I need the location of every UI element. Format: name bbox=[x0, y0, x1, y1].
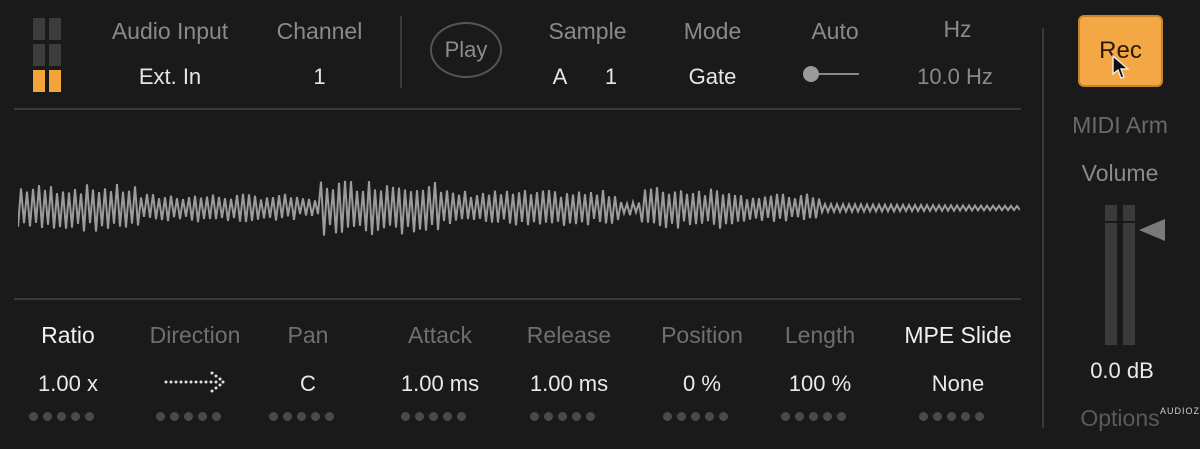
play-button[interactable]: Play bbox=[430, 22, 502, 78]
mod-dots[interactable] bbox=[781, 412, 846, 421]
channel-value[interactable]: 1 bbox=[262, 64, 377, 90]
param-label: Direction bbox=[149, 322, 241, 348]
watermark: AUDIOZ bbox=[1160, 406, 1200, 416]
mod-dots[interactable] bbox=[919, 412, 984, 421]
mouse-cursor-icon bbox=[1112, 55, 1130, 79]
param-value[interactable]: 1.00 ms bbox=[509, 371, 629, 397]
param-value[interactable]: C bbox=[248, 371, 368, 397]
auto-label: Auto bbox=[811, 18, 859, 44]
param-release[interactable]: Release 1.00 ms bbox=[509, 322, 629, 397]
param-label: Position bbox=[661, 322, 743, 348]
dotted-arrow-right-icon[interactable] bbox=[135, 367, 255, 403]
meter-segment bbox=[49, 18, 61, 40]
volume-meter-left bbox=[1105, 205, 1117, 345]
play-button-label: Play bbox=[444, 37, 488, 62]
hz-label: Hz bbox=[943, 16, 972, 42]
meter-segment-active bbox=[49, 70, 61, 92]
audio-input-label: Audio Input bbox=[111, 18, 229, 44]
meter-segment-active bbox=[33, 70, 45, 92]
param-mpe-slide[interactable]: MPE Slide None bbox=[888, 322, 1028, 397]
mod-dots[interactable] bbox=[156, 412, 221, 421]
sample-number[interactable]: 1 bbox=[596, 64, 626, 90]
volume-value[interactable]: 0.0 dB bbox=[1062, 358, 1182, 384]
param-attack[interactable]: Attack 1.00 ms bbox=[380, 322, 500, 397]
waveform-display[interactable] bbox=[18, 168, 1020, 248]
param-label: Ratio bbox=[41, 322, 95, 348]
param-direction[interactable]: Direction bbox=[135, 322, 255, 403]
param-ratio[interactable]: Ratio 1.00 x bbox=[8, 322, 128, 397]
hz-value[interactable]: 10.0 Hz bbox=[895, 64, 1015, 90]
param-pan[interactable]: Pan C bbox=[248, 322, 368, 397]
input-level-meter bbox=[33, 18, 65, 94]
mode-label: Mode bbox=[683, 18, 742, 44]
mod-dots[interactable] bbox=[269, 412, 334, 421]
auto-toggle[interactable] bbox=[803, 64, 859, 84]
volume-meter-right bbox=[1123, 205, 1135, 345]
auto-toggle-track bbox=[817, 73, 859, 75]
param-value[interactable]: 0 % bbox=[642, 371, 762, 397]
header-separator bbox=[14, 108, 1021, 110]
header-divider bbox=[400, 16, 402, 88]
mod-dots[interactable] bbox=[530, 412, 595, 421]
param-value[interactable]: 1.00 ms bbox=[380, 371, 500, 397]
param-label: Pan bbox=[287, 322, 329, 348]
volume-meter-tick bbox=[1105, 221, 1141, 223]
param-label: MPE Slide bbox=[904, 322, 1012, 348]
volume-slider[interactable] bbox=[1105, 205, 1165, 345]
params-separator bbox=[14, 298, 1021, 300]
param-label: Attack bbox=[408, 322, 472, 348]
channel-label: Channel bbox=[276, 18, 363, 44]
audio-input-value[interactable]: Ext. In bbox=[95, 64, 245, 90]
param-label: Length bbox=[784, 322, 856, 348]
param-value[interactable]: 1.00 x bbox=[8, 371, 128, 397]
volume-pointer-icon[interactable] bbox=[1139, 219, 1167, 241]
meter-segment bbox=[49, 44, 61, 66]
mod-dots[interactable] bbox=[663, 412, 728, 421]
mod-dots[interactable] bbox=[401, 412, 466, 421]
mod-dots[interactable] bbox=[29, 412, 94, 421]
meter-segment bbox=[33, 18, 45, 40]
sample-slot[interactable]: A bbox=[545, 64, 575, 90]
param-value[interactable]: 100 % bbox=[760, 371, 880, 397]
meter-segment bbox=[33, 44, 45, 66]
param-value[interactable]: None bbox=[888, 371, 1028, 397]
param-length[interactable]: Length 100 % bbox=[760, 322, 880, 397]
param-position[interactable]: Position 0 % bbox=[642, 322, 762, 397]
mode-value[interactable]: Gate bbox=[665, 64, 760, 90]
right-panel-divider bbox=[1042, 28, 1044, 428]
auto-toggle-knob bbox=[803, 66, 819, 82]
param-label: Release bbox=[526, 322, 612, 348]
volume-label: Volume bbox=[1081, 160, 1159, 186]
sample-label: Sample bbox=[548, 18, 627, 44]
waveform-trace bbox=[18, 180, 1020, 236]
midi-arm-label[interactable]: MIDI Arm bbox=[1050, 112, 1190, 139]
